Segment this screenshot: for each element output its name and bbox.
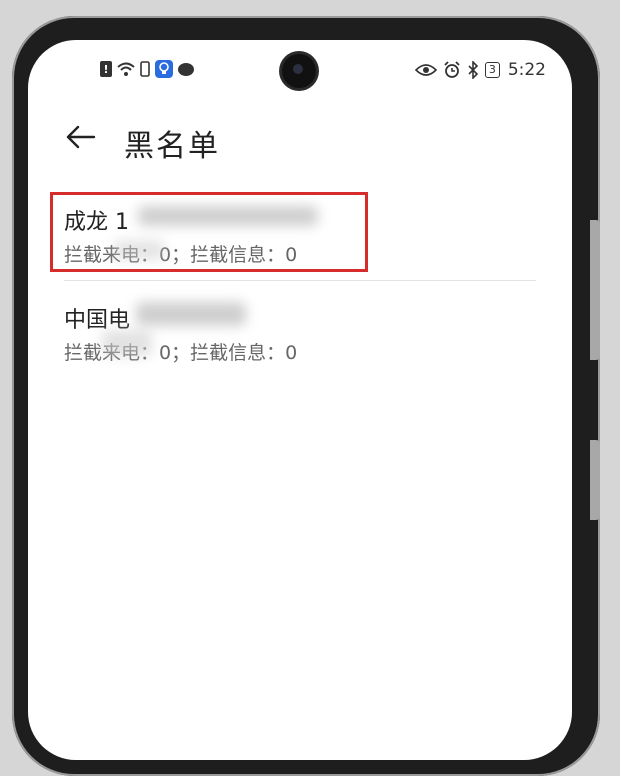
alert-icon: ! [100, 61, 112, 77]
lightbulb-app-icon [155, 60, 173, 78]
alarm-icon [443, 61, 461, 79]
status-right: 3 5:22 [414, 60, 546, 80]
divider [64, 280, 536, 281]
back-arrow-icon [66, 125, 96, 149]
bluetooth-icon [467, 61, 479, 79]
screen: ! 3 5:22 黑名单 成龙 1 拦截来电：0；拦截信息：0 中国电 拦截来电… [28, 40, 572, 760]
status-left: ! [100, 60, 194, 78]
back-button[interactable] [64, 120, 104, 160]
title-bar: 黑名单 [28, 120, 572, 164]
status-time: 5:22 [507, 60, 546, 80]
wifi-icon [117, 61, 135, 77]
power-button [590, 440, 600, 520]
front-camera [282, 54, 316, 88]
intercept-stats: 拦截来电：0；拦截信息：0 [64, 342, 298, 364]
highlight-annotation-box [50, 192, 368, 272]
battery-icon: 3 [484, 62, 500, 78]
page-title: 黑名单 [124, 129, 220, 164]
redacted-number [136, 302, 246, 326]
blacklist-item[interactable]: 中国电 拦截来电：0；拦截信息：0 [28, 298, 572, 378]
redacted-overlay [102, 330, 152, 356]
eye-icon [414, 63, 437, 77]
sim-icon [140, 61, 150, 77]
volume-button [590, 220, 600, 360]
chat-bubble-icon [178, 62, 194, 76]
